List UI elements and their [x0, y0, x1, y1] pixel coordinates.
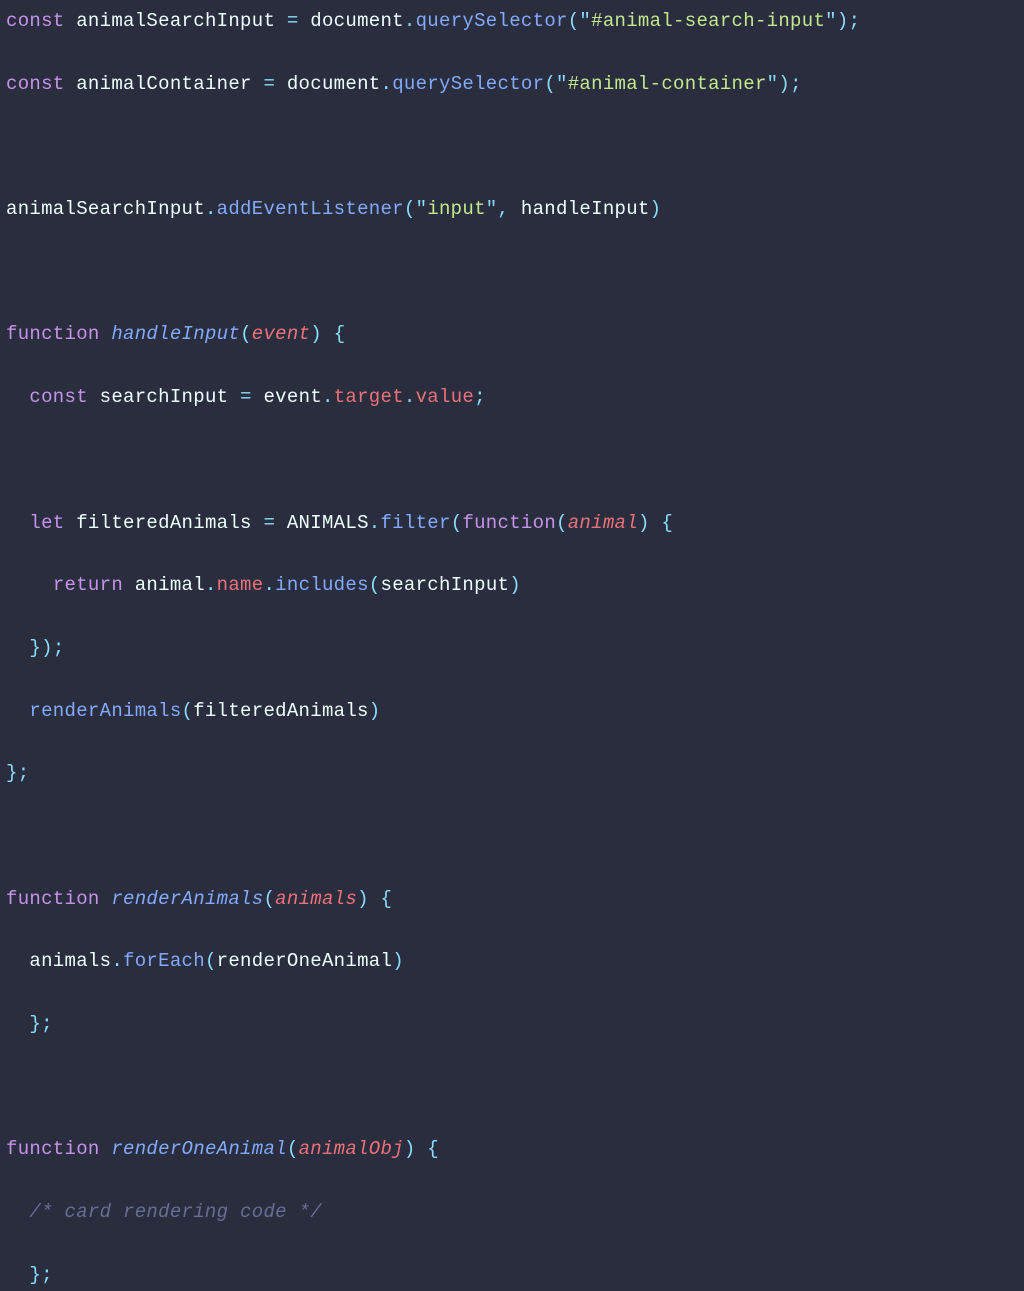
code-line-blank: [6, 257, 1024, 288]
code-editor[interactable]: const animalSearchInput = document.query…: [6, 6, 1024, 1291]
code-line-9: let filteredAnimals = ANIMALS.filter(fun…: [6, 508, 1024, 539]
code-line-blank: [6, 131, 1024, 162]
code-line-4: animalSearchInput.addEventListener("inpu…: [6, 194, 1024, 225]
code-line-2: const animalContainer = document.querySe…: [6, 69, 1024, 100]
code-line-17: };: [6, 1009, 1024, 1040]
code-line-6: function handleInput(event) {: [6, 319, 1024, 350]
code-line-7: const searchInput = event.target.value;: [6, 382, 1024, 413]
code-line-19: function renderOneAnimal(animalObj) {: [6, 1134, 1024, 1165]
code-line-blank: [6, 1072, 1024, 1103]
code-line-1: const animalSearchInput = document.query…: [6, 6, 1024, 37]
code-line-13: };: [6, 758, 1024, 789]
code-line-11: });: [6, 633, 1024, 664]
code-line-20: /* card rendering code */: [6, 1197, 1024, 1228]
code-line-10: return animal.name.includes(searchInput): [6, 570, 1024, 601]
code-line-12: renderAnimals(filteredAnimals): [6, 696, 1024, 727]
code-line-15: function renderAnimals(animals) {: [6, 884, 1024, 915]
code-line-16: animals.forEach(renderOneAnimal): [6, 946, 1024, 977]
code-line-21: };: [6, 1260, 1024, 1291]
code-line-blank: [6, 821, 1024, 852]
code-line-blank: [6, 445, 1024, 476]
